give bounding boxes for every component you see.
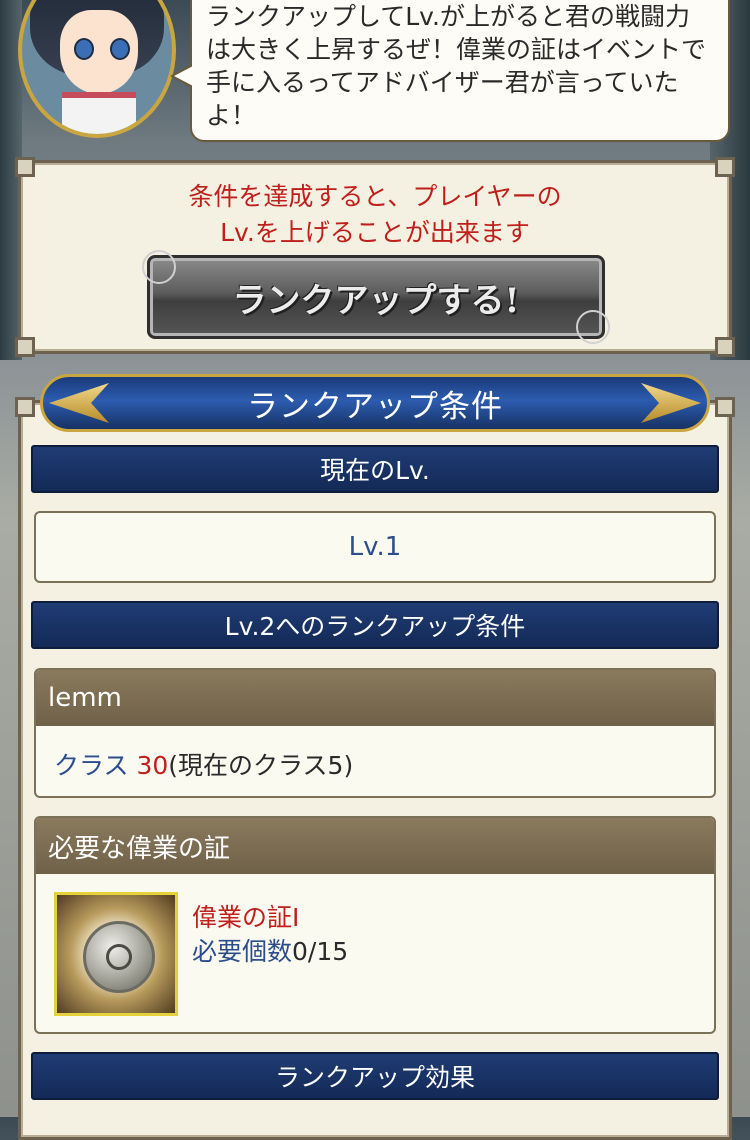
rankup-panel: 条件を達成すると、プレイヤーの Lv.を上げることが出来ます ランクアップする! — [15, 157, 735, 357]
frame-corner — [15, 157, 35, 177]
notice-line-1: 条件を達成すると、プレイヤーの — [188, 182, 562, 211]
player-name: lemm — [36, 670, 714, 726]
conditions-banner-title: ランクアップ条件 — [247, 388, 503, 425]
class-condition-box: lemm クラス 30(現在のクラス5) — [34, 668, 716, 798]
class-condition: クラス 30(現在のクラス5) — [36, 726, 714, 782]
class-label: クラス — [54, 751, 129, 780]
frame-corner — [15, 337, 35, 357]
avatar-eye-left — [74, 38, 94, 60]
required-items-header: 必要な偉業の証 — [36, 818, 714, 874]
class-required: 30 — [136, 751, 169, 780]
current-level-value: Lv.1 — [348, 532, 402, 562]
ornament-icon — [142, 250, 176, 284]
speech-bubble: ランクアップしてLv.が上がると君の戦闘力 は大きく上昇するぜ！偉業の証はイベン… — [170, 0, 730, 142]
rankup-effect-header-label: ランクアップ効果 — [274, 1063, 475, 1092]
rankup-button-label: ランクアップする! — [232, 280, 520, 321]
item-required-label: 必要個数 — [192, 937, 293, 966]
item-required: 必要個数0/15 — [192, 932, 348, 968]
item-name: 偉業の証Ⅰ — [192, 903, 300, 932]
next-level-header: Lv.2へのランクアップ条件 — [31, 601, 719, 649]
gold-wing-left-icon — [49, 383, 109, 423]
conditions-banner: ランクアップ条件 — [40, 374, 710, 432]
rankup-effect-header: ランクアップ効果 — [31, 1052, 719, 1100]
feat-medal-icon[interactable] — [54, 892, 178, 1016]
frame-corner — [715, 337, 735, 357]
frame-corner — [715, 157, 735, 177]
speech-line-4: よ！ — [206, 101, 257, 130]
speech-line-1: ランクアップしてLv.が上がると君の戦闘力 — [206, 2, 690, 31]
item-required-value: 0/15 — [292, 937, 349, 966]
current-level-box: Lv.1 — [34, 511, 716, 583]
speech-line-2: は大きく上昇するぜ！偉業の証はイベントで — [206, 35, 707, 64]
rankup-button[interactable]: ランクアップする! — [142, 250, 610, 344]
gold-wing-right-icon — [641, 383, 701, 423]
rankup-notice: 条件を達成すると、プレイヤーの Lv.を上げることが出来ます — [21, 179, 729, 251]
medal-coin — [83, 921, 155, 993]
avatar-collar — [62, 92, 136, 134]
avatar-eye-right — [110, 38, 130, 60]
class-current: (現在のクラス5) — [168, 751, 354, 780]
notice-line-2: Lv.を上げることが出来ます — [220, 218, 530, 247]
current-level-header-label: 現在のLv. — [320, 456, 430, 485]
required-items-box: 必要な偉業の証 偉業の証Ⅰ 必要個数0/15 — [34, 816, 716, 1034]
character-avatar-icon — [18, 0, 176, 138]
ornament-icon — [576, 310, 610, 344]
current-level-header: 現在のLv. — [31, 445, 719, 493]
frame-corner — [15, 397, 35, 417]
frame-corner — [715, 397, 735, 417]
next-level-header-label: Lv.2へのランクアップ条件 — [224, 612, 526, 641]
speech-line-3: 手に入るってアドバイザー君が言っていた — [206, 68, 679, 97]
